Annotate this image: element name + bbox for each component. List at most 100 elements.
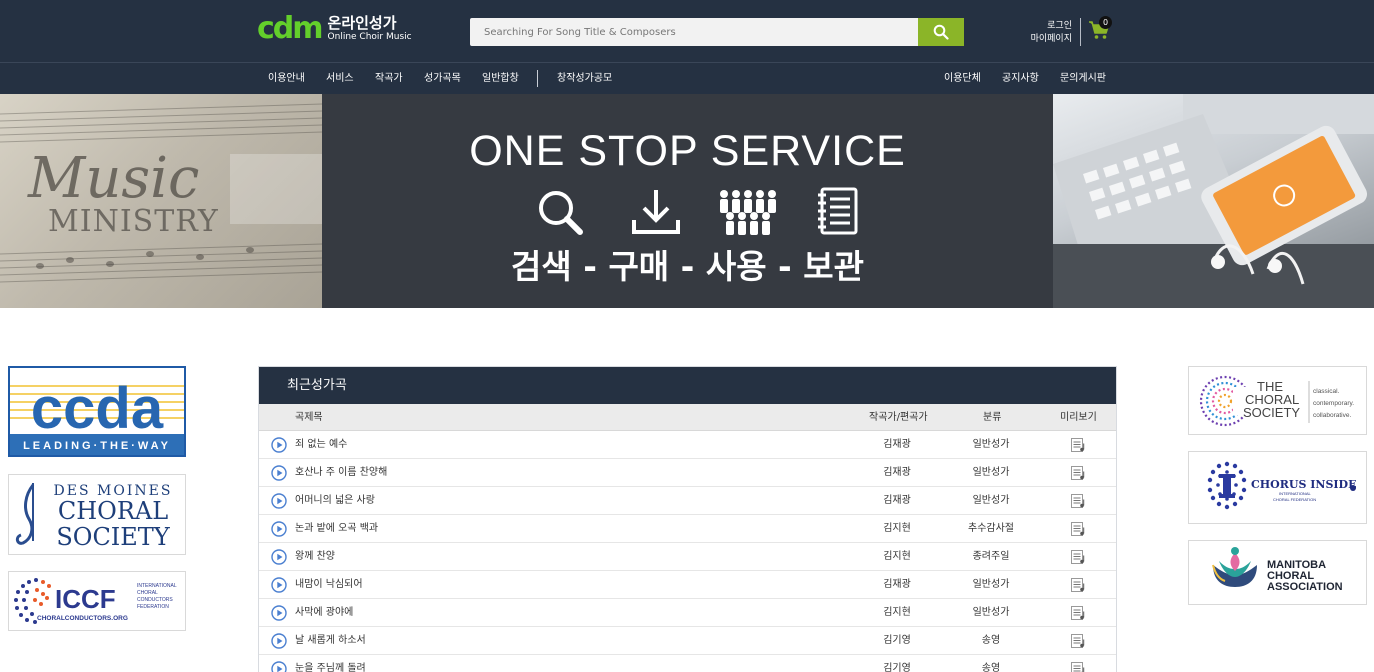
- choral-society-line3: SOCIETY: [1243, 405, 1300, 420]
- top-header: cdm 온라인성가 Online Choir Music 로그인 마이페이지 0: [0, 0, 1374, 62]
- table-row[interactable]: 사막에 광야에 김지현 일반성가: [259, 599, 1116, 627]
- nav-item-inquiry-board[interactable]: 문의게시판: [1060, 63, 1106, 94]
- song-title[interactable]: 날 새롭게 하소서: [295, 627, 366, 655]
- manitoba-choral-association-logo[interactable]: MANITOBA CHORAL ASSOCIATION: [1188, 540, 1367, 605]
- notebook-icon: [818, 187, 858, 235]
- song-category: 일반성가: [972, 579, 1010, 590]
- search-bar: [470, 18, 964, 46]
- panel-header: 최근성가곡: [259, 367, 1116, 404]
- play-icon[interactable]: [271, 633, 287, 649]
- sheet-preview-icon[interactable]: [1070, 437, 1086, 453]
- logo-subtitle: Online Choir Music: [327, 32, 412, 42]
- song-category: 일반성가: [972, 467, 1010, 478]
- table-row[interactable]: 죄 없는 예수 김재광 일반성가: [259, 431, 1116, 459]
- song-composer: 김기영: [883, 663, 911, 672]
- play-icon[interactable]: [271, 577, 287, 593]
- iccf-small-1: INTERNATIONAL: [137, 583, 177, 589]
- ccda-logo[interactable]: ccda LEADING·THE·WAY: [8, 366, 186, 457]
- search-button[interactable]: [918, 18, 964, 46]
- sheet-preview-icon[interactable]: [1070, 521, 1086, 537]
- table-row[interactable]: 내맘이 낙심되어 김재광 일반성가: [259, 571, 1116, 599]
- song-title[interactable]: 호산나 주 이름 찬양해: [295, 459, 387, 487]
- nav-item-song-catalog[interactable]: 성가곡목: [424, 63, 461, 94]
- song-title[interactable]: 죄 없는 예수: [295, 431, 347, 459]
- iccf-logo[interactable]: ICCF INTERNATIONAL CHORAL CONDUCTORS FED…: [8, 571, 186, 631]
- manitoba-logo-graphic: MANITOBA CHORAL ASSOCIATION: [1212, 547, 1343, 593]
- song-title[interactable]: 눈을 주님께 돌려: [295, 655, 366, 672]
- nav-item-service[interactable]: 서비스: [326, 63, 354, 94]
- sheet-preview-icon[interactable]: [1070, 661, 1086, 672]
- play-icon[interactable]: [271, 605, 287, 621]
- nav-item-composers[interactable]: 작곡가: [375, 63, 403, 94]
- ccda-logo-graphic: ccda LEADING·THE·WAY: [10, 368, 184, 452]
- song-category: 일반성가: [972, 439, 1010, 450]
- chorus-inside-logo[interactable]: CHORUS INSIDE INTERNATIONAL CHORAL FEDER…: [1188, 451, 1367, 524]
- nav-item-general-chorus[interactable]: 일반합창: [482, 63, 519, 94]
- song-composer: 김재광: [883, 495, 911, 506]
- play-icon[interactable]: [271, 465, 287, 481]
- keyboard-phone-illustration: [1053, 94, 1374, 308]
- sheet-preview-icon[interactable]: [1070, 549, 1086, 565]
- iccf-small-3: CONDUCTORS: [137, 597, 173, 603]
- song-composer: 김기영: [883, 635, 911, 646]
- banner-center: ONE STOP SERVICE 검색 - 구매 - 사용 - 보관: [322, 94, 1053, 308]
- chorus-inside-wordmark: CHORUS INSIDE: [1251, 478, 1356, 491]
- sheet-preview-icon[interactable]: [1070, 633, 1086, 649]
- song-category: 종려주일: [972, 551, 1010, 562]
- login-link[interactable]: 로그인: [1030, 20, 1072, 33]
- song-composer: 김지현: [883, 523, 911, 534]
- song-category: 일반성가: [972, 495, 1010, 506]
- song-title[interactable]: 내맘이 낙심되어: [295, 571, 363, 599]
- table-row[interactable]: 왕께 찬양 김지현 종려주일: [259, 543, 1116, 571]
- choral-society-tag1: classical.: [1313, 388, 1340, 395]
- iccf-logo-graphic: ICCF INTERNATIONAL CHORAL CONDUCTORS FED…: [14, 578, 177, 624]
- table-row[interactable]: 호산나 주 이름 찬양해 김재광 일반성가: [259, 459, 1116, 487]
- des-moines-choral-society-logo[interactable]: DES MOINES CHORAL SOCIETY: [8, 474, 186, 555]
- nav-item-contest[interactable]: 창작성가공모: [557, 63, 612, 94]
- song-title[interactable]: 논과 밭에 오곡 백과: [295, 515, 378, 543]
- the-choral-society-logo[interactable]: THE CHORAL SOCIETY classical. contempora…: [1188, 366, 1367, 435]
- choir-icon: [720, 190, 776, 235]
- table-row[interactable]: 눈을 주님께 돌려 김기영 송영: [259, 655, 1116, 672]
- chorus-inside-small1: INTERNATIONAL: [1279, 491, 1311, 496]
- sheet-preview-icon[interactable]: [1070, 577, 1086, 593]
- panel-title: 최근성가곡: [287, 378, 347, 393]
- sheet-preview-icon[interactable]: [1070, 465, 1086, 481]
- mypage-link[interactable]: 마이페이지: [1030, 33, 1072, 46]
- play-icon[interactable]: [271, 549, 287, 565]
- column-preview: 미리보기: [1060, 412, 1097, 423]
- account-links: 로그인 마이페이지: [1030, 20, 1072, 46]
- song-category: 추수감사절: [968, 523, 1014, 534]
- song-composer: 김지현: [883, 607, 911, 618]
- nav-item-guide[interactable]: 이용안내: [268, 63, 305, 94]
- table-header: 곡제목 작곡가/편곡가 분류 미리보기: [259, 404, 1116, 431]
- cart-count-badge: 0: [1099, 16, 1112, 29]
- iccf-url: CHORALCONDUCTORS.ORG: [37, 615, 128, 622]
- site-logo[interactable]: cdm 온라인성가 Online Choir Music: [257, 14, 412, 44]
- ccda-wordmark: ccda: [31, 376, 164, 441]
- song-title[interactable]: 사막에 광야에: [295, 599, 353, 627]
- song-title[interactable]: 왕께 찬양: [295, 543, 335, 571]
- song-title[interactable]: 어머니의 넓은 사랑: [295, 487, 375, 515]
- table-row[interactable]: 어머니의 넓은 사랑 김재광 일반성가: [259, 487, 1116, 515]
- play-icon[interactable]: [271, 493, 287, 509]
- nav-item-organizations[interactable]: 이용단체: [944, 63, 981, 94]
- banner-music-script: Music: [28, 146, 200, 211]
- song-composer: 김재광: [883, 439, 911, 450]
- play-icon[interactable]: [271, 661, 287, 672]
- nav-item-notices[interactable]: 공지사항: [1002, 63, 1039, 94]
- play-icon[interactable]: [271, 521, 287, 537]
- iccf-small-4: FEDERATION: [137, 604, 169, 610]
- main-nav: 이용안내 서비스 작곡가 성가곡목 일반합창 창작성가공모 이용단체 공지사항 …: [0, 62, 1374, 94]
- song-category: 송영: [981, 663, 1001, 672]
- sheet-preview-icon[interactable]: [1070, 493, 1086, 509]
- banner-title: ONE STOP SERVICE: [469, 127, 906, 175]
- song-category: 송영: [981, 635, 1001, 646]
- table-row[interactable]: 논과 밭에 오곡 백과 김지현 추수감사절: [259, 515, 1116, 543]
- column-category: 분류: [983, 412, 1002, 423]
- search-icon: [933, 24, 949, 40]
- sheet-preview-icon[interactable]: [1070, 605, 1086, 621]
- play-icon[interactable]: [271, 437, 287, 453]
- table-row[interactable]: 날 새롭게 하소서 김기영 송영: [259, 627, 1116, 655]
- search-input[interactable]: [470, 18, 918, 46]
